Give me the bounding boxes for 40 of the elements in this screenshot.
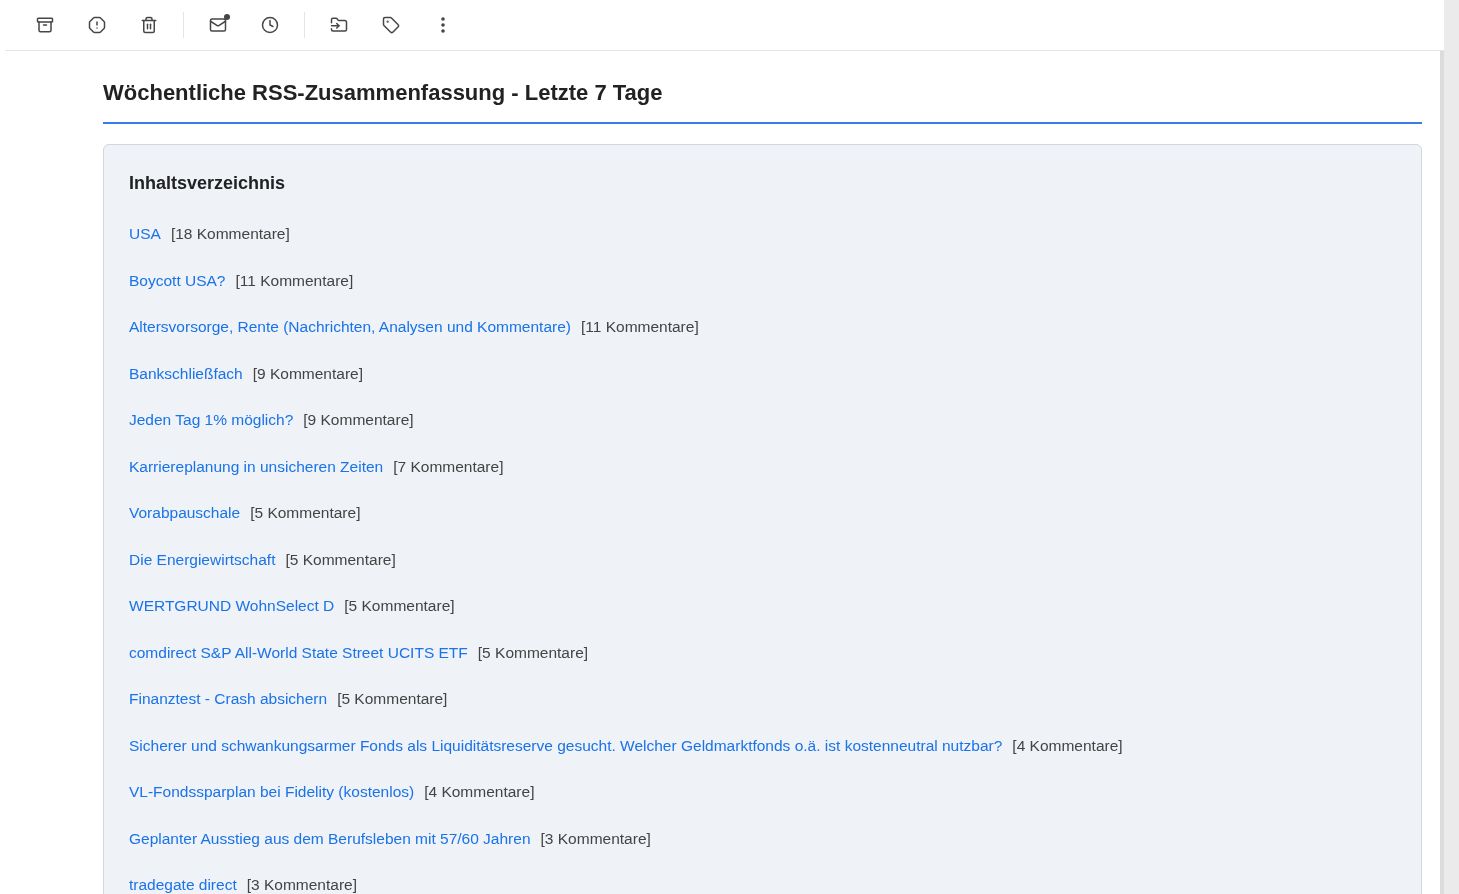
comment-count: [5 Kommentare] xyxy=(250,503,361,523)
topic-link[interactable]: Bankschließfach xyxy=(129,362,243,384)
more-icon xyxy=(441,17,445,33)
archive-icon xyxy=(36,16,54,34)
comment-count: [9 Kommentare] xyxy=(252,363,363,384)
toc-heading: Inhaltsverzeichnis xyxy=(129,172,287,195)
comment-count: [18 Kommentare] xyxy=(170,224,290,244)
comment-count: [11 Kommentare] xyxy=(235,270,354,291)
comment-count: [3 Kommentare] xyxy=(246,875,357,894)
folder-icon xyxy=(330,16,348,34)
trash-icon xyxy=(140,16,158,34)
topic-link[interactable]: Jeden Tag 1% möglich? xyxy=(129,409,294,430)
topic-link[interactable]: tradegate direct xyxy=(129,874,237,894)
comment-count: [5 Kommentare] xyxy=(477,642,589,663)
topic-link[interactable]: Finanztest - Crash absichern xyxy=(129,688,328,709)
comment-count: [5 Kommentare] xyxy=(285,549,396,570)
comment-count: [5 Kommentare] xyxy=(344,596,455,616)
topic-link[interactable]: Sicherer und schwankungsarmer Fonds als Liquiditätsreserve gesucht. Welcher Geldmarktfonds o.ä. ist kostenneutral nutzbar? xyxy=(129,734,1003,756)
topic-link[interactable]: Altersvorsorge, Rente (Nachrichten, Analysen und Kommentare) xyxy=(129,316,571,337)
topic-link[interactable]: VL-Fondssparplan bei Fidelity (kostenlos) xyxy=(129,781,415,802)
alert-icon xyxy=(88,16,106,34)
comment-count: [5 Kommentare] xyxy=(337,689,448,709)
topic-link[interactable]: comdirect S&P All-World State Street UCITS ETF xyxy=(129,641,468,663)
comment-count: [4 Kommentare] xyxy=(1012,735,1123,756)
topic-link[interactable]: Die Energiewirtschaft xyxy=(129,548,276,570)
comment-count: [9 Kommentare] xyxy=(303,410,414,430)
topic-link[interactable]: Boycott USA? xyxy=(129,269,226,291)
comment-count: [11 Kommentare] xyxy=(580,317,699,337)
comment-count: [4 Kommentare] xyxy=(424,782,535,802)
topic-link[interactable]: USA xyxy=(129,223,161,244)
clock-icon xyxy=(261,16,279,34)
tag-icon xyxy=(382,16,400,34)
topic-link[interactable]: WERTGRUND WohnSelect D xyxy=(129,595,335,616)
email-title: Wöchentliche RSS-Zusammenfassung - Letzte 7 Tage xyxy=(103,79,1422,124)
mail-icon xyxy=(209,16,227,34)
comment-count: [7 Kommentare] xyxy=(393,456,504,477)
comment-count: [3 Kommentare] xyxy=(540,828,651,849)
topic-link[interactable]: Karriereplanung in unsicheren Zeiten xyxy=(129,455,384,477)
topic-link[interactable]: Vorabpauschale xyxy=(129,502,241,523)
topic-link[interactable]: Geplanter Ausstieg aus dem Berufsleben mit 57/60 Jahren xyxy=(129,827,531,849)
